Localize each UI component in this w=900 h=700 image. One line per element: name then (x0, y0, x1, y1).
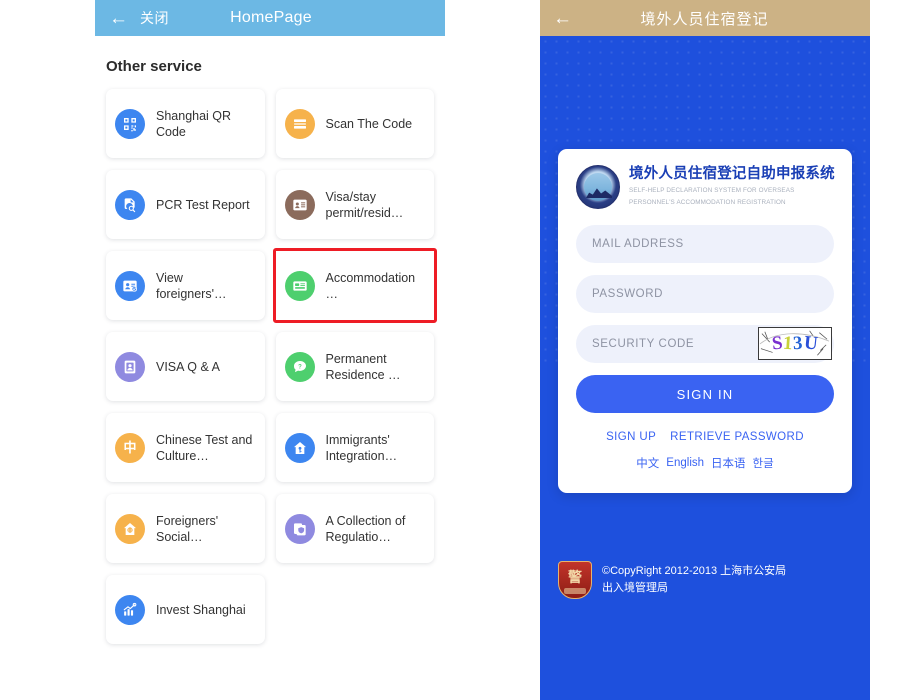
service-card[interactable]: Foreigners' Social… (106, 494, 265, 563)
documents-shield-icon (284, 513, 315, 544)
copyright-text: ©CopyRight 2012-2013 上海市公安局 出入境管理局 (602, 561, 786, 597)
password-field[interactable]: PASSWORD (576, 275, 834, 313)
accommodation-login-panel: ← 境外人员住宿登记 境外人员住宿登记自助申报系统 SELF-HELP DECL… (540, 0, 870, 700)
login-card: 境外人员住宿登记自助申报系统 SELF-HELP DECLARATION SYS… (558, 149, 852, 493)
screenshot-stage: ← 关闭 HomePage Other service Shanghai QR … (0, 0, 900, 700)
service-card-label: Accommodation… (325, 270, 416, 301)
shield-glyph: 警 (568, 569, 582, 585)
service-card-label: Scan The Code (325, 116, 413, 131)
brand-text: 境外人员住宿登记自助申报系统 SELF-HELP DECLARATION SYS… (629, 166, 835, 208)
login-body: 境外人员住宿登记自助申报系统 SELF-HELP DECLARATION SYS… (540, 36, 870, 700)
brand-subtitle-line1: SELF-HELP DECLARATION SYSTEM FOR OVERSEA… (629, 186, 795, 194)
police-shield-icon: 警 (558, 561, 592, 599)
arrow-left-icon[interactable]: ← (109, 9, 128, 28)
house-key-icon (284, 432, 315, 463)
service-card-highlighted[interactable]: Accommodation… (272, 248, 437, 323)
sign-up-link[interactable]: SIGN UP (606, 431, 656, 443)
service-card[interactable]: Scan The Code (275, 89, 434, 158)
service-card-label: A Collection of Regulatio… (325, 513, 406, 544)
mail-address-placeholder: MAIL ADDRESS (592, 238, 684, 250)
language-option[interactable]: English (666, 457, 704, 469)
brand-title-cn: 境外人员住宿登记自助申报系统 (629, 166, 835, 183)
service-card[interactable]: Invest Shanghai (106, 575, 265, 644)
homepage-header: ← 关闭 HomePage (95, 0, 445, 36)
service-card-label: Permanent Residence … (325, 351, 401, 382)
service-card[interactable]: ? Permanent Residence … (275, 332, 434, 401)
retrieve-password-link[interactable]: RETRIEVE PASSWORD (670, 431, 804, 443)
house-globe-icon (115, 513, 145, 544)
security-code-placeholder: SECURITY CODE (592, 338, 695, 350)
service-card[interactable]: A Collection of Regulatio… (275, 494, 434, 563)
question-bubble-icon: ? (284, 351, 315, 382)
service-card-label: Shanghai QR Code (156, 108, 232, 139)
passport-photo-icon (115, 351, 145, 382)
service-card[interactable]: Shanghai QR Code (106, 89, 265, 158)
service-card-label: Foreigners' Social… (156, 513, 219, 544)
scan-icon (284, 108, 315, 139)
copyright-line2: 出入境管理局 (602, 582, 668, 594)
bed-icon (284, 270, 315, 301)
service-card[interactable]: Immigrants' Integration… (275, 413, 434, 482)
login-page-title: 境外人员住宿登记 (640, 10, 769, 28)
sign-in-button[interactable]: SIGN IN (576, 375, 834, 413)
service-card-label: PCR Test Report (156, 197, 250, 212)
bar-chart-icon (115, 594, 145, 625)
service-card-label: Invest Shanghai (156, 602, 246, 617)
captcha-image[interactable]: S13U (758, 327, 832, 360)
service-card-label: Immigrants' Integration… (325, 432, 398, 463)
id-card-icon (284, 189, 315, 220)
service-card[interactable]: Visa/stay permit/resid… (275, 170, 434, 239)
homepage-panel: ← 关闭 HomePage Other service Shanghai QR … (95, 0, 445, 700)
language-option[interactable]: 日本语 (711, 455, 746, 471)
language-option[interactable]: 中文 (636, 455, 659, 471)
close-label[interactable]: 关闭 (140, 8, 169, 28)
copyright-block: 警 ©CopyRight 2012-2013 上海市公安局 出入境管理局 (558, 561, 852, 599)
service-grid: Shanghai QR Code Scan The Code PCR Test Re… (95, 75, 445, 644)
service-card-label: Chinese Test and Culture… (156, 432, 253, 463)
service-card-label: View foreigners'… (156, 270, 227, 301)
arrow-left-icon[interactable]: ← (553, 9, 572, 28)
service-card-label: VISA Q & A (156, 359, 220, 374)
service-card[interactable]: 中 Chinese Test and Culture… (106, 413, 265, 482)
brand-subtitle-line2: PERSONNEL'S ACCOMMODATION REGISTRATION (629, 199, 786, 207)
service-card[interactable]: PCR Test Report (106, 170, 265, 239)
service-card[interactable]: VISA Q & A (106, 332, 265, 401)
page-title: HomePage (230, 9, 312, 26)
qr-code-icon (115, 108, 145, 139)
login-header: ← 境外人员住宿登记 (540, 0, 870, 36)
brand-header: 境外人员住宿登记自助申报系统 SELF-HELP DECLARATION SYS… (576, 165, 835, 209)
copyright-line1: ©CopyRight 2012-2013 上海市公安局 (602, 565, 787, 577)
language-switcher: 中文 English 日本语 한글 (576, 455, 834, 471)
password-placeholder: PASSWORD (592, 288, 664, 300)
police-seal-icon (576, 165, 620, 209)
document-search-icon (115, 189, 145, 220)
mail-address-field[interactable]: MAIL ADDRESS (576, 225, 834, 263)
person-card-icon (115, 270, 145, 301)
auth-links: SIGN UP RETRIEVE PASSWORD (576, 431, 834, 443)
service-card-label: Visa/stay permit/resid… (325, 189, 404, 220)
security-code-field[interactable]: SECURITY CODE S13U (576, 325, 834, 363)
section-title: Other service (106, 58, 202, 75)
svg-text:?: ? (298, 364, 302, 370)
chinese-character-icon: 中 (115, 432, 145, 463)
captcha-char: U (802, 332, 819, 355)
language-option[interactable]: 한글 (753, 455, 774, 471)
service-card[interactable]: View foreigners'… (106, 251, 265, 320)
